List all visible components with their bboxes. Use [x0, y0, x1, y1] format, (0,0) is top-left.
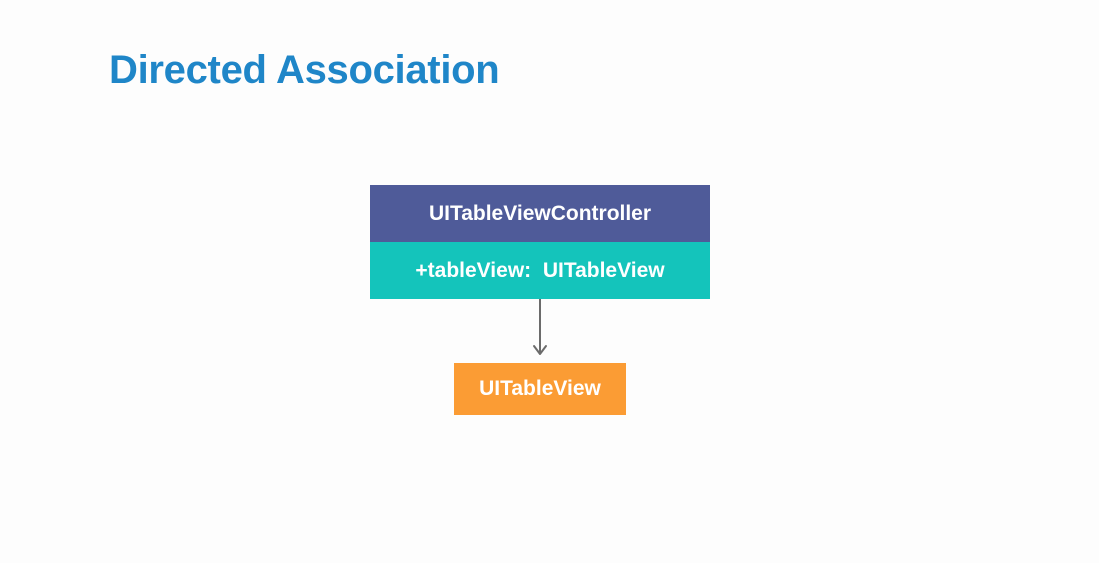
source-class-name: UITableViewController: [370, 185, 710, 242]
association-arrow: [533, 299, 547, 355]
slide-title: Directed Association: [109, 48, 500, 92]
source-class-attribute: +tableView: UITableView: [370, 242, 710, 299]
target-class-box: UITableView: [454, 363, 626, 415]
source-class-box: UITableViewController +tableView: UITabl…: [370, 185, 710, 299]
